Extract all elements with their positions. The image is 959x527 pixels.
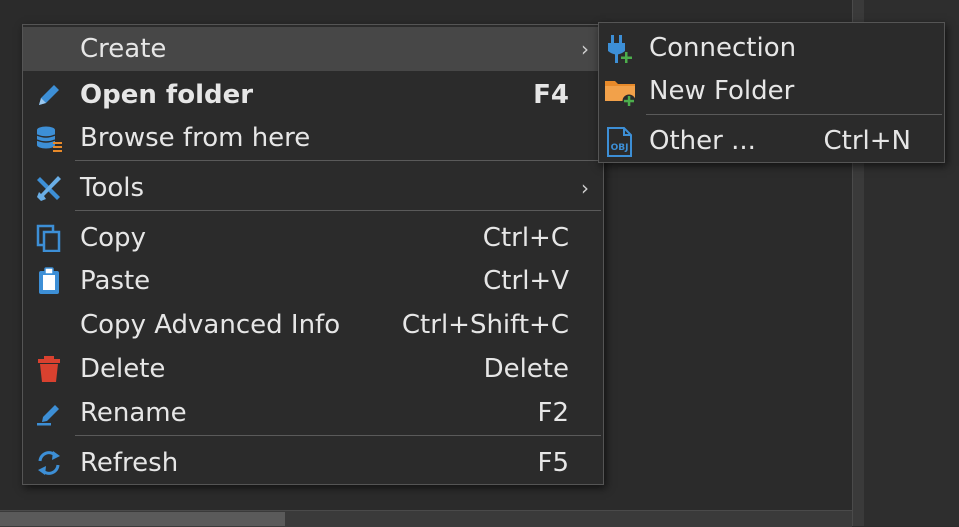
submenu-arrow-icon: › [581, 37, 589, 61]
plug-add-icon [604, 33, 636, 65]
menu-item-shortcut: Delete [483, 354, 569, 384]
rename-icon [35, 399, 63, 427]
submenu-item-label: New Folder [649, 76, 795, 106]
menu-item-shortcut: Ctrl+C [482, 223, 569, 253]
menu-item-rename[interactable]: Rename F2 [23, 391, 603, 435]
menu-item-shortcut: Ctrl+V [483, 266, 569, 296]
submenu-item-other[interactable]: OBJ Other ... Ctrl+N [599, 119, 944, 163]
menu-item-label: Refresh [80, 448, 179, 478]
submenu-item-label: Other ... [649, 126, 756, 156]
menu-item-copy-advanced-info[interactable]: Copy Advanced Info Ctrl+Shift+C [23, 303, 603, 347]
menu-item-shortcut: F5 [537, 448, 570, 478]
scrollbar-thumb[interactable] [0, 512, 285, 526]
create-submenu: Connection New Folder OBJ Other ... Ctrl… [598, 22, 945, 163]
menu-separator [75, 210, 601, 211]
menu-item-tools[interactable]: Tools › [23, 166, 603, 210]
menu-item-paste[interactable]: Paste Ctrl+V [23, 259, 603, 303]
svg-text:OBJ: OBJ [611, 143, 629, 153]
menu-item-label: Rename [80, 398, 187, 428]
pencil-icon [35, 81, 63, 109]
menu-item-label: Paste [80, 266, 151, 296]
menu-item-label: Copy [80, 223, 146, 253]
copy-icon [35, 224, 63, 252]
tools-icon [35, 174, 63, 202]
obj-icon: OBJ [604, 126, 636, 158]
menu-item-refresh[interactable]: Refresh F5 [23, 441, 603, 485]
menu-separator [75, 435, 601, 436]
paste-icon [35, 267, 63, 295]
menu-item-browse-from-here[interactable]: Browse from here [23, 116, 603, 160]
menu-item-label: Copy Advanced Info [80, 310, 341, 340]
submenu-arrow-icon: › [581, 176, 589, 200]
menu-item-copy[interactable]: Copy Ctrl+C [23, 216, 603, 260]
trash-icon [35, 355, 63, 383]
menu-separator [75, 160, 601, 161]
menu-item-open-folder[interactable]: Open folder F4 [23, 73, 603, 117]
menu-item-shortcut: Ctrl+Shift+C [401, 310, 569, 340]
menu-item-label: Create [80, 34, 167, 64]
folder-add-icon [604, 76, 636, 108]
menu-item-label: Tools [80, 173, 145, 203]
menu-item-label: Open folder [80, 80, 254, 110]
submenu-separator [646, 114, 942, 115]
menu-item-create[interactable]: Create › [23, 27, 603, 71]
database-icon [35, 124, 63, 152]
menu-item-shortcut: F4 [533, 80, 569, 110]
submenu-item-shortcut: Ctrl+N [823, 126, 912, 156]
submenu-item-label: Connection [649, 33, 797, 63]
submenu-item-connection[interactable]: Connection [599, 26, 944, 70]
menu-item-delete[interactable]: Delete Delete [23, 347, 603, 391]
menu-item-shortcut: F2 [537, 398, 570, 428]
context-menu: Create › Open folder F4 Browse from here… [22, 24, 604, 485]
submenu-item-new-folder[interactable]: New Folder [599, 69, 944, 113]
refresh-icon [35, 449, 63, 477]
menu-item-label: Delete [80, 354, 166, 384]
menu-item-label: Browse from here [80, 123, 311, 153]
